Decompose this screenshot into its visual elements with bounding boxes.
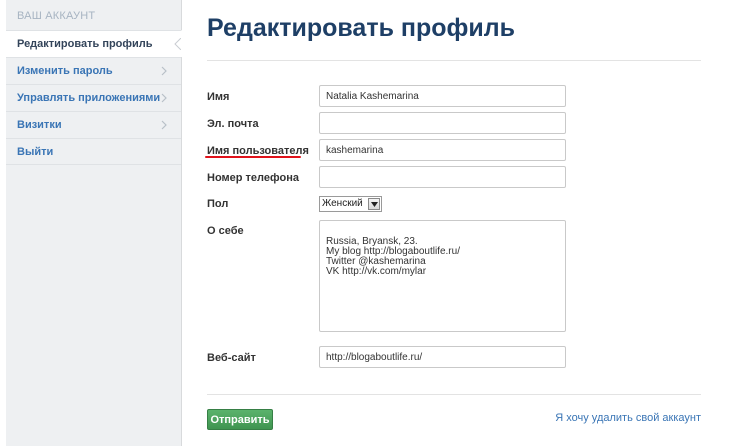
divider	[207, 60, 701, 61]
divider	[207, 394, 701, 395]
main-content: Редактировать профиль Имя Эл. почта Имя …	[205, 0, 701, 446]
email-label: Эл. почта	[207, 118, 259, 130]
sidebar-item-label: Редактировать профиль	[17, 38, 153, 50]
sidebar-item-edit-profile[interactable]: Редактировать профиль	[6, 30, 182, 57]
about-label: О себе	[207, 225, 244, 237]
sidebar-item-label: Выйти	[17, 146, 54, 158]
gender-label: Пол	[207, 198, 229, 210]
chevron-right-icon	[159, 66, 169, 76]
sidebar-item-label: Управлять приложениями	[17, 92, 161, 104]
gender-selected-value: Женский	[322, 198, 363, 209]
phone-input[interactable]	[319, 166, 566, 188]
resize-grip-icon[interactable]	[555, 321, 563, 329]
dropdown-arrow-icon	[367, 198, 380, 210]
about-textarea[interactable]: Russia, Bryansk, 23. My blog http://blog…	[319, 220, 566, 332]
sidebar-item-business-cards[interactable]: Визитки	[6, 111, 181, 138]
username-input[interactable]	[319, 139, 566, 161]
sidebar-header: ВАШ АККАУНТ	[17, 10, 96, 22]
sidebar-item-manage-apps[interactable]: Управлять приложениями	[6, 84, 181, 111]
chevron-right-icon	[159, 120, 169, 130]
active-indicator-icon	[173, 37, 182, 51]
name-label: Имя	[207, 91, 230, 103]
about-text: Russia, Bryansk, 23. My blog http://blog…	[326, 236, 460, 277]
website-label: Веб-сайт	[207, 352, 256, 364]
sidebar-item-label: Визитки	[17, 119, 62, 131]
submit-button[interactable]: Отправить	[207, 409, 273, 430]
sidebar: ВАШ АККАУНТ Редактировать профиль Измени…	[6, 0, 182, 446]
phone-label: Номер телефона	[207, 172, 299, 184]
sidebar-item-label: Изменить пароль	[17, 65, 113, 77]
chevron-right-icon	[159, 93, 169, 103]
website-input[interactable]	[319, 346, 566, 368]
email-input[interactable]	[319, 112, 566, 134]
delete-account-link[interactable]: Я хочу удалить свой аккаунт	[555, 412, 701, 424]
annotation-underline	[205, 156, 301, 158]
page-title: Редактировать профиль	[207, 14, 516, 42]
name-input[interactable]	[319, 85, 566, 107]
sidebar-nav: Редактировать профиль Изменить пароль Уп…	[6, 30, 182, 165]
gender-select[interactable]: Женский	[319, 196, 382, 212]
sidebar-item-logout[interactable]: Выйти	[6, 138, 181, 165]
sidebar-item-change-password[interactable]: Изменить пароль	[6, 57, 181, 84]
